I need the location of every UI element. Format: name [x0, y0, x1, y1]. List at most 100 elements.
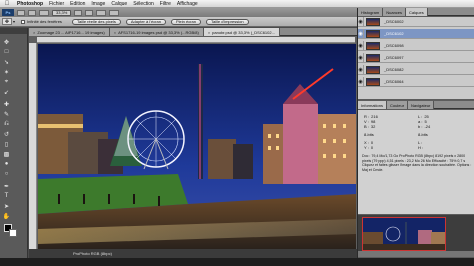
- eye-icon[interactable]: ◉: [358, 52, 364, 63]
- close-icon[interactable]: ×: [208, 30, 210, 35]
- menu-fichier[interactable]: Fichier: [46, 1, 67, 7]
- hand-tool-icon[interactable]: ✋: [2, 212, 11, 220]
- menu-photoshop[interactable]: Photoshop: [14, 1, 46, 7]
- gradient-tool-icon[interactable]: ▩: [2, 150, 11, 158]
- layer-row[interactable]: ◉ _DSC6098: [358, 40, 474, 51]
- layer-row[interactable]: ◉ _DSC6097: [358, 52, 474, 63]
- info-panel-tabs: Informations Couleur Navigateur: [358, 101, 474, 109]
- type-tool-icon[interactable]: T: [2, 192, 11, 200]
- layer-thumbnail: [366, 41, 380, 50]
- close-icon[interactable]: ×: [33, 30, 35, 35]
- tab-histogram[interactable]: Histogram: [358, 8, 384, 16]
- menu-image[interactable]: Image: [88, 1, 108, 7]
- eye-icon[interactable]: ◉: [358, 76, 364, 87]
- zoom-select[interactable]: 33,3%: [52, 9, 72, 16]
- tab-informations[interactable]: Informations: [358, 101, 388, 109]
- crop-tool-icon[interactable]: ⌖: [2, 78, 11, 86]
- layers-list: ◉ _DSC6002 ◉ _DSC6102 ◉ _DSC6098 ◉ _DSC6…: [358, 16, 474, 99]
- screen-mode-button[interactable]: [109, 9, 120, 16]
- pen-tool-icon[interactable]: ✒: [2, 182, 11, 190]
- dodge-tool-icon[interactable]: ○: [2, 170, 11, 178]
- tab-calques[interactable]: Calques: [406, 8, 428, 16]
- menu-affichage[interactable]: Affichage: [174, 1, 201, 7]
- move-tool-icon[interactable]: ✥: [2, 38, 11, 46]
- tab-couleur[interactable]: Couleur: [387, 101, 409, 109]
- actual-pixels-button[interactable]: Taille réelle des pixels: [71, 18, 121, 25]
- layer-name: _DSC6082: [384, 67, 404, 72]
- eyedropper-tool-icon[interactable]: ↙: [2, 88, 11, 96]
- tab-navigateur[interactable]: Navigateur: [408, 101, 435, 109]
- document-profile-text: ProPhoto RGB (8bpc): [73, 251, 112, 256]
- document-tab-label: AFS1716-19 images psd @ 33,3% (...RGB/8): [118, 29, 199, 35]
- navigator-thumbnail[interactable]: [362, 217, 446, 251]
- bridge-button[interactable]: [17, 9, 25, 16]
- info-y: Y :0: [364, 145, 373, 150]
- print-size-button[interactable]: Taille d'impression: [206, 18, 249, 25]
- background-color-swatch[interactable]: [9, 229, 17, 237]
- layer-row[interactable]: ◉ _DSC6064: [358, 76, 474, 87]
- document-tab-label: panobr.psd @ 33,3% (_DSC6102...: [212, 29, 275, 35]
- layer-row[interactable]: ◉ _DSC6082: [358, 64, 474, 75]
- info-panel: R :216 V :98 B :32 L :25 a :5 b : -24 8-b…: [358, 110, 474, 214]
- move-icon[interactable]: ✥: [2, 18, 12, 25]
- layer-row[interactable]: ◉ _DSC6002: [358, 16, 474, 27]
- healing-brush-tool-icon[interactable]: ✚: [2, 100, 11, 108]
- fill-screen-button[interactable]: Plein écran: [170, 18, 201, 25]
- menu-calque[interactable]: Calque: [108, 1, 130, 7]
- tools-panel-grip[interactable]: [0, 28, 27, 34]
- layer-thumbnail: [366, 77, 380, 86]
- brush-tool-icon[interactable]: ✎: [2, 110, 11, 118]
- infinity-windows-checkbox[interactable]: [21, 19, 26, 24]
- document-tabs: × Zoomage 23 ... AIP1716... 19 images) × A…: [29, 28, 357, 36]
- lasso-tool-icon[interactable]: ➘: [2, 58, 11, 66]
- layer-thumbnail: [366, 65, 380, 74]
- layers-panel-tabs: Histogram Nuances Calques: [358, 8, 474, 16]
- menu-filtre[interactable]: Filtre: [157, 1, 174, 7]
- layer-name: _DSC6098: [384, 43, 404, 48]
- document-tab-label: Zoomage 23 ... AIP1716... 19 images): [37, 29, 105, 35]
- arrange-documents-button[interactable]: [96, 9, 107, 16]
- quick-select-tool-icon[interactable]: ✶: [2, 68, 11, 76]
- eye-icon[interactable]: ◉: [358, 64, 364, 75]
- eye-icon[interactable]: ◉: [358, 28, 364, 39]
- vertical-ruler[interactable]: [29, 43, 37, 256]
- clone-stamp-tool-icon[interactable]: ⎌: [2, 120, 11, 128]
- night-city-panorama-image: [38, 44, 356, 249]
- eye-icon[interactable]: ◉: [358, 40, 364, 51]
- rotate-view-button[interactable]: [85, 9, 94, 16]
- eye-icon[interactable]: ◉: [358, 16, 364, 27]
- minibridge-button[interactable]: [28, 9, 36, 16]
- fit-screen-button[interactable]: Adapter à l'écran: [125, 18, 166, 25]
- layer-thumbnail: [366, 53, 380, 62]
- right-panels: Histogram Nuances Calques ◉ _DSC6002 ◉ _…: [357, 8, 474, 266]
- path-selection-tool-icon[interactable]: ➤: [2, 202, 11, 210]
- close-icon[interactable]: ×: [114, 30, 116, 35]
- document-tab-active[interactable]: × panobr.psd @ 33,3% (_DSC6102...: [203, 28, 280, 36]
- info-lab-b: b : -24: [418, 124, 430, 129]
- navigator-panel: [358, 215, 474, 257]
- hand-tool-button[interactable]: [74, 9, 83, 16]
- marquee-tool-icon[interactable]: □: [2, 48, 11, 56]
- photoshop-logo: Ps: [2, 9, 14, 16]
- info-label: H :: [418, 145, 424, 150]
- layer-row-active[interactable]: ◉ _DSC6102: [358, 28, 474, 39]
- apple-icon[interactable]: : [0, 1, 14, 7]
- menu-selection[interactable]: Sélection: [130, 1, 157, 7]
- eraser-tool-icon[interactable]: ▯: [2, 140, 11, 148]
- info-label: Y :: [364, 145, 369, 150]
- blur-tool-icon[interactable]: ●: [2, 160, 11, 168]
- document-tab[interactable]: × Zoomage 23 ... AIP1716... 19 images): [29, 28, 110, 36]
- navigator-zoom-bar[interactable]: [358, 251, 474, 257]
- history-brush-tool-icon[interactable]: ↺: [2, 130, 11, 138]
- horizontal-ruler[interactable]: [37, 37, 355, 43]
- menu-edition[interactable]: Edition: [67, 1, 88, 7]
- tab-nuances[interactable]: Nuances: [383, 8, 407, 16]
- photoshop-window:  Photoshop Fichier Edition Image Calque…: [0, 0, 474, 266]
- info-bits-1: 8-bits: [364, 132, 374, 137]
- document-tab[interactable]: × AFS1716-19 images psd @ 33,3% (...RGB/8…: [109, 28, 204, 36]
- layer-thumbnail: [366, 29, 380, 38]
- info-h: H :: [418, 145, 423, 150]
- chevron-down-icon[interactable]: ▾: [13, 19, 15, 24]
- view-extras-button[interactable]: [39, 9, 49, 16]
- image-canvas[interactable]: [38, 44, 356, 249]
